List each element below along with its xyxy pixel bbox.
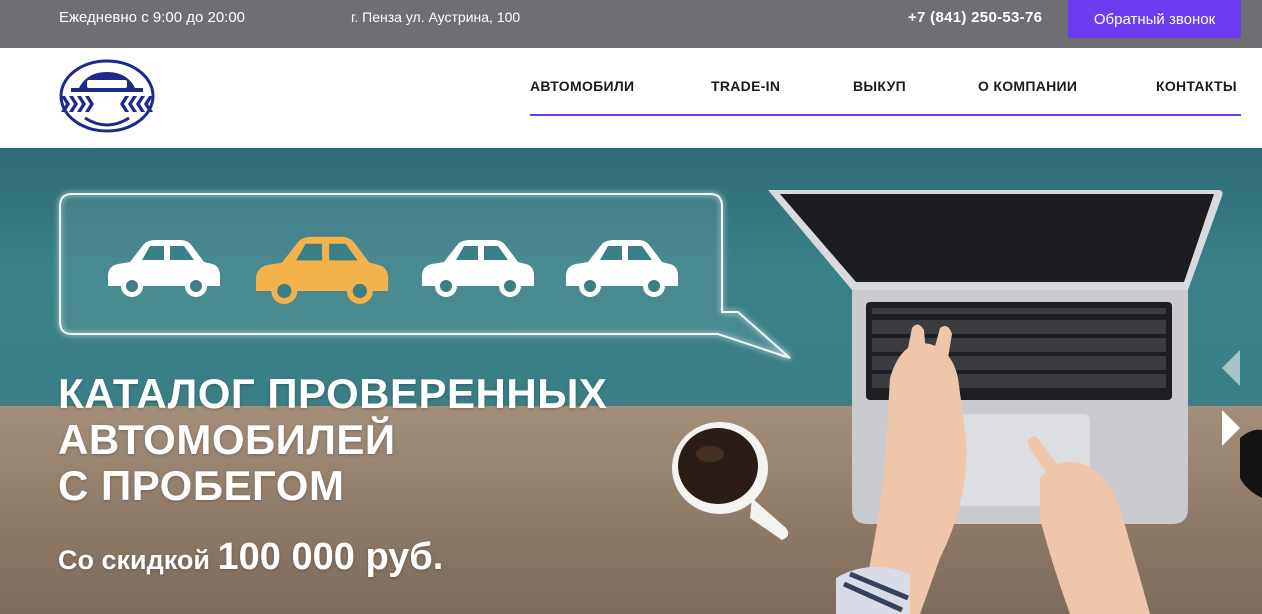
hero-title-line: С ПРОБЕГОМ	[58, 462, 345, 509]
hero-title-line: АВТОМОБИЛЕЙ	[58, 416, 396, 463]
top-bar: Ежедневно с 9:00 до 20:00 г. Пенза ул. А…	[0, 0, 1262, 48]
nav-item-buyout[interactable]: ВЫКУП	[853, 78, 906, 94]
logo-icon[interactable]	[57, 58, 157, 134]
address: г. Пенза ул. Аустрина, 100	[351, 9, 521, 25]
chevron-left-icon[interactable]	[1220, 348, 1242, 388]
hero-banner: КАТАЛОГ ПРОВЕРЕННЫХ АВТОМОБИЛЕЙ С ПРОБЕГ…	[0, 148, 1262, 614]
header: АВТОМОБИЛИ TRADE-IN ВЫКУП О КОМПАНИИ КОН…	[0, 48, 1262, 148]
callback-button[interactable]: Обратный звонок	[1068, 0, 1241, 38]
nav-item-about[interactable]: О КОМПАНИИ	[978, 78, 1077, 94]
chevron-right-icon[interactable]	[1220, 408, 1242, 448]
hero-title-line: КАТАЛОГ ПРОВЕРЕННЫХ	[58, 370, 608, 417]
nav-item-contacts[interactable]: КОНТАКТЫ	[1156, 78, 1237, 94]
working-hours: Ежедневно с 9:00 до 20:00	[59, 9, 246, 26]
phone-link[interactable]: +7 (841) 250-53-76	[908, 9, 1042, 26]
hero-subtitle: Со скидкой 100 000 руб.	[58, 536, 443, 579]
main-nav: АВТОМОБИЛИ TRADE-IN ВЫКУП О КОМПАНИИ КОН…	[530, 78, 1241, 116]
nav-item-trade-in[interactable]: TRADE-IN	[711, 78, 780, 94]
hero-title: КАТАЛОГ ПРОВЕРЕННЫХ АВТОМОБИЛЕЙ С ПРОБЕГ…	[58, 371, 758, 509]
nav-item-cars[interactable]: АВТОМОБИЛИ	[530, 78, 634, 94]
discount-amount: 100 000 руб.	[217, 536, 444, 578]
discount-prefix: Со скидкой	[58, 545, 211, 575]
